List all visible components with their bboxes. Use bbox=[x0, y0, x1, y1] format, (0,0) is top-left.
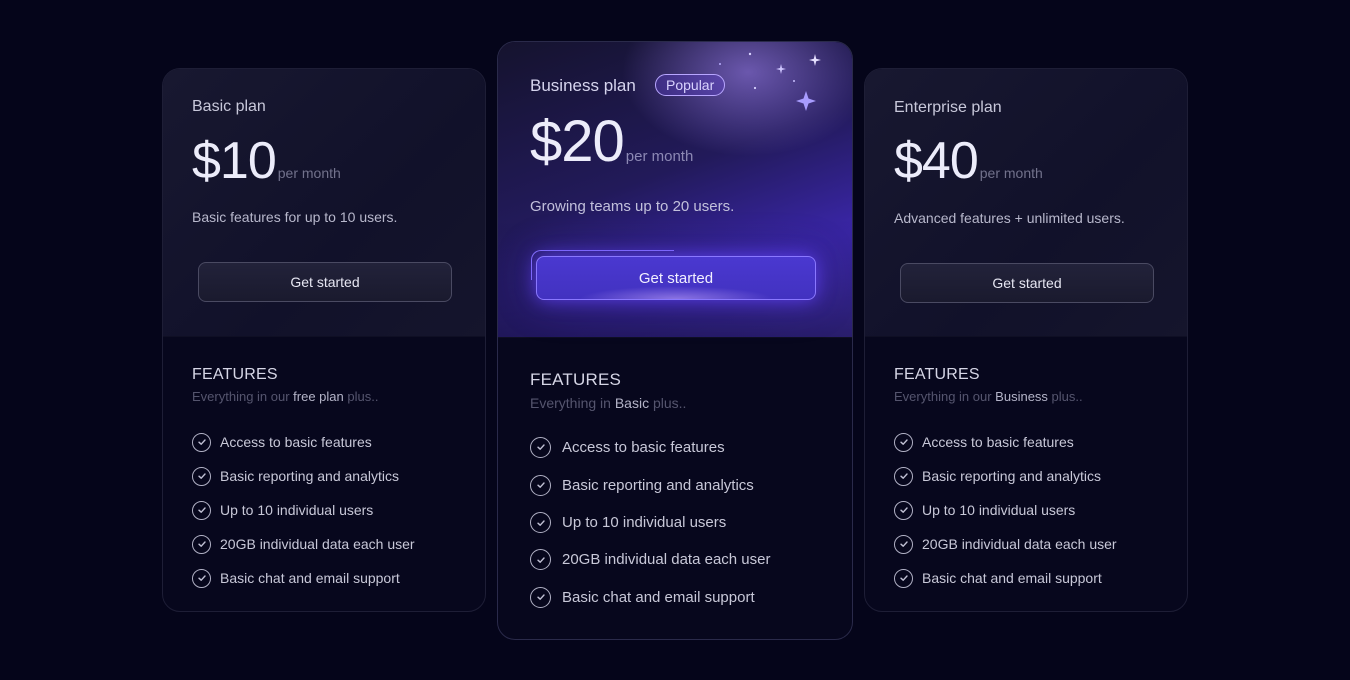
plan-description: Growing teams up to 20 users. bbox=[530, 198, 735, 215]
popular-badge: Popular bbox=[655, 74, 726, 96]
feature-item: Basic chat and email support bbox=[894, 561, 1117, 595]
feature-item: Basic reporting and analytics bbox=[894, 459, 1117, 493]
price: $10 per month bbox=[192, 131, 341, 191]
check-circle-icon bbox=[530, 436, 551, 458]
price: $40 per month bbox=[894, 131, 1043, 191]
check-circle-icon bbox=[894, 500, 913, 520]
check-circle-icon bbox=[894, 466, 913, 486]
check-circle-icon bbox=[894, 568, 913, 588]
plan-name: Enterprise plan bbox=[894, 99, 1002, 116]
feature-item: Access to basic features bbox=[530, 428, 770, 466]
check-circle-icon bbox=[530, 474, 551, 496]
plan-description: Basic features for up to 10 users. bbox=[192, 209, 398, 225]
feature-item: Up to 10 individual users bbox=[894, 493, 1117, 527]
features-subtitle: Everything in our free plan plus.. bbox=[192, 389, 379, 404]
feature-item: Basic reporting and analytics bbox=[530, 466, 770, 504]
check-circle-icon bbox=[894, 432, 913, 452]
feature-item: 20GB individual data each user bbox=[530, 541, 770, 578]
check-circle-icon bbox=[530, 586, 551, 608]
features-subtitle: Everything in our Business plus.. bbox=[894, 389, 1083, 404]
get-started-button[interactable]: Get started bbox=[198, 262, 452, 302]
feature-item: Basic reporting and analytics bbox=[192, 459, 415, 493]
feature-item: Access to basic features bbox=[894, 425, 1117, 459]
price-value: $10 bbox=[192, 132, 277, 190]
plan-description: Advanced features + unlimited users. bbox=[894, 210, 1125, 226]
plan-name: Business plan bbox=[530, 76, 636, 95]
feature-item: Basic chat and email support bbox=[530, 578, 770, 616]
feature-list: Access to basic features Basic reporting… bbox=[530, 428, 770, 616]
check-circle-icon bbox=[192, 534, 211, 554]
price-value: $20 bbox=[530, 109, 625, 174]
price-value: $40 bbox=[894, 132, 979, 190]
price-period: per month bbox=[277, 165, 341, 181]
check-circle-icon bbox=[192, 500, 211, 520]
feature-item: 20GB individual data each user bbox=[192, 527, 415, 561]
check-circle-icon bbox=[530, 512, 551, 533]
price: $20 per month bbox=[530, 108, 693, 175]
price-period: per month bbox=[625, 148, 694, 165]
feature-item: Up to 10 individual users bbox=[192, 493, 415, 527]
features-title: FEATURES bbox=[192, 366, 278, 383]
features-title: FEATURES bbox=[530, 370, 622, 389]
features-title: FEATURES bbox=[894, 366, 980, 383]
feature-item: 20GB individual data each user bbox=[894, 527, 1117, 561]
get-started-button[interactable]: Get started bbox=[536, 256, 816, 300]
feature-list: Access to basic features Basic reporting… bbox=[894, 425, 1117, 595]
plan-card-business: Business plan Popular $20 per month Grow… bbox=[497, 41, 853, 640]
check-circle-icon bbox=[192, 432, 211, 452]
check-circle-icon bbox=[530, 549, 551, 570]
price-period: per month bbox=[979, 165, 1043, 181]
feature-item: Access to basic features bbox=[192, 425, 415, 459]
check-circle-icon bbox=[192, 466, 211, 486]
plan-card-enterprise: Enterprise plan $40 per month Advanced f… bbox=[864, 68, 1188, 612]
feature-list: Access to basic features Basic reporting… bbox=[192, 425, 415, 595]
features-subtitle: Everything in Basic plus.. bbox=[530, 395, 687, 411]
plan-name: Basic plan bbox=[192, 98, 266, 115]
check-circle-icon bbox=[192, 568, 211, 588]
check-circle-icon bbox=[894, 534, 913, 554]
feature-item: Up to 10 individual users bbox=[530, 504, 770, 541]
get-started-button[interactable]: Get started bbox=[900, 263, 1154, 303]
plan-card-basic: Basic plan $10 per month Basic features … bbox=[162, 68, 486, 612]
feature-item: Basic chat and email support bbox=[192, 561, 415, 595]
